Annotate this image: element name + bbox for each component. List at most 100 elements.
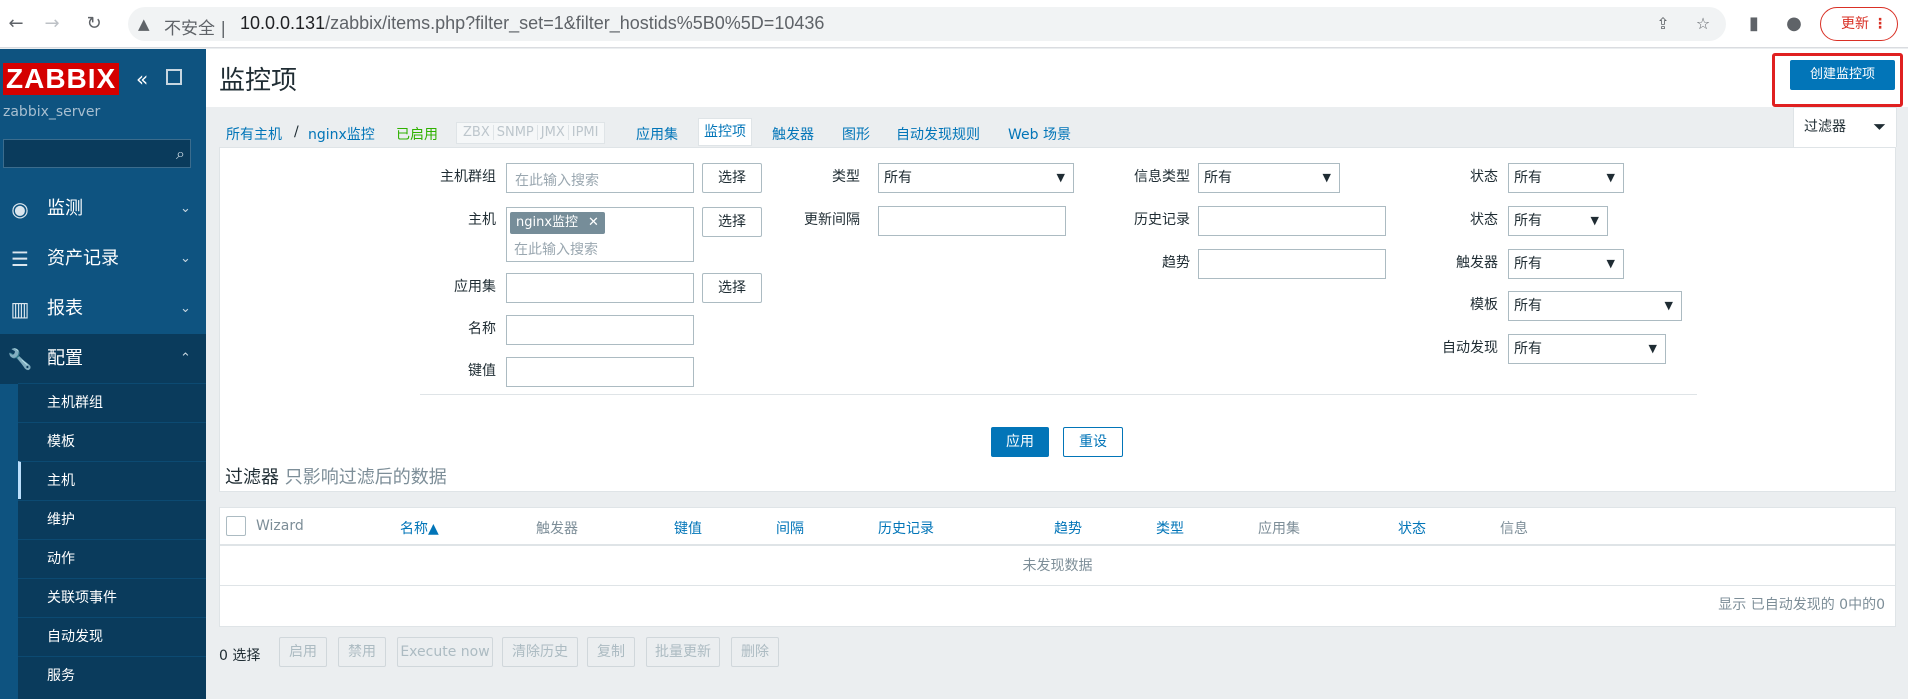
column-history[interactable]: 历史记录 xyxy=(878,518,934,538)
column-status[interactable]: 状态 xyxy=(1398,518,1426,538)
page-header: 监控项 创建监控项 xyxy=(206,49,1908,107)
column-name[interactable]: 名称▲ xyxy=(400,518,439,538)
mass-update-button[interactable]: 批量更新 xyxy=(646,637,720,667)
back-icon[interactable]: ← xyxy=(4,12,28,36)
history-label: 历史记录 xyxy=(1134,212,1190,228)
create-item-button[interactable]: 创建监控项 xyxy=(1790,60,1895,90)
delete-button[interactable]: 删除 xyxy=(731,637,779,667)
name-label: 名称 xyxy=(468,321,496,337)
template-select[interactable]: 所有 ▼ xyxy=(1508,291,1682,321)
menu-reports[interactable]: ▥ 报表 ⌄ xyxy=(0,284,206,334)
host-group-input[interactable]: 在此输入搜索 xyxy=(506,163,694,193)
zabbix-logo[interactable]: ZABBIX xyxy=(3,63,120,95)
share-icon[interactable]: ⇪ xyxy=(1652,13,1674,35)
chevron-down-icon: ▼ xyxy=(1606,257,1615,270)
chevron-down-icon: ⌄ xyxy=(180,301,191,316)
bar-chart-icon: ▥ xyxy=(10,297,30,321)
disable-button[interactable]: 禁用 xyxy=(338,637,386,667)
action-bar: 0 选择 启用 禁用 Execute now 清除历史 复制 批量更新 删除 xyxy=(206,637,1206,671)
host-select-button[interactable]: 选择 xyxy=(702,207,762,237)
type-select[interactable]: 所有 ▼ xyxy=(878,163,1074,193)
chevron-down-icon: ▼ xyxy=(1606,171,1615,184)
sidebar-search-input[interactable]: ⌕ xyxy=(3,139,191,168)
chevron-down-icon: ⌄ xyxy=(180,251,191,266)
page-title: 监控项 xyxy=(219,66,298,96)
breadcrumb-all-hosts[interactable]: 所有主机 xyxy=(226,124,282,144)
key-input[interactable] xyxy=(506,357,694,387)
type-label: 类型 xyxy=(832,169,860,185)
url-text[interactable]: 10.0.0.131/zabbix/items.php?filter_set=1… xyxy=(240,13,824,34)
filter-note: 过滤器 只影响过滤后的数据 xyxy=(225,467,447,488)
discovery-label: 自动发现 xyxy=(1442,340,1498,356)
triggers-select[interactable]: 所有 ▼ xyxy=(1508,249,1624,279)
sidebar-item-hosts[interactable]: 主机 xyxy=(18,461,206,499)
star-icon[interactable]: ☆ xyxy=(1692,13,1714,35)
remove-tag-icon: ✕ xyxy=(588,215,599,230)
tab-applications[interactable]: 应用集 xyxy=(636,124,678,144)
menu-inventory[interactable]: ☰ 资产记录 ⌄ xyxy=(0,234,206,284)
clear-history-button[interactable]: 清除历史 xyxy=(502,637,578,667)
sidebar-item-host-groups[interactable]: 主机群组 xyxy=(18,383,206,421)
column-key[interactable]: 键值 xyxy=(674,518,702,538)
update-button[interactable]: 更新 ⋮ xyxy=(1820,7,1898,41)
status-select[interactable]: 所有 ▼ xyxy=(1508,206,1608,236)
reload-icon[interactable]: ↻ xyxy=(82,12,106,36)
sidebar-item-actions[interactable]: 动作 xyxy=(18,539,206,577)
host-multiselect[interactable]: nginx监控 ✕ 在此输入搜索 xyxy=(506,207,694,262)
table-footer: 显示 已自动发现的 0中的0 xyxy=(1718,597,1885,613)
sidebar-item-services[interactable]: 服务 xyxy=(18,656,206,694)
application-input[interactable] xyxy=(506,273,694,303)
kiosk-mode-icon[interactable] xyxy=(166,69,182,85)
host-status-enabled[interactable]: 已启用 xyxy=(396,124,438,144)
select-all-checkbox[interactable] xyxy=(226,516,246,536)
trends-input[interactable] xyxy=(1198,249,1386,279)
eye-icon: ◉ xyxy=(11,197,29,221)
interval-input[interactable] xyxy=(878,206,1066,236)
breadcrumb-host[interactable]: nginx监控 xyxy=(308,124,375,144)
tab-discovery-rules[interactable]: 自动发现规则 xyxy=(896,124,980,144)
sidepanel-icon[interactable]: ▮ xyxy=(1742,12,1766,36)
filter-panel: 主机群组 在此输入搜索 选择 主机 nginx监控 ✕ 在此输入搜索 选择 应用集… xyxy=(219,147,1896,492)
forward-icon[interactable]: → xyxy=(40,12,64,36)
key-label: 键值 xyxy=(468,363,496,379)
sidebar-item-templates[interactable]: 模板 xyxy=(18,422,206,460)
apply-button[interactable]: 应用 xyxy=(991,427,1049,457)
copy-button[interactable]: 复制 xyxy=(587,637,635,667)
sidebar-item-event-correlation[interactable]: 关联项事件 xyxy=(18,578,206,616)
host-group-select-button[interactable]: 选择 xyxy=(702,163,762,193)
discovery-select[interactable]: 所有 ▼ xyxy=(1508,334,1666,364)
host-search-placeholder: 在此输入搜索 xyxy=(514,242,598,258)
chevron-down-icon: ▼ xyxy=(1590,214,1599,227)
filter-tab[interactable]: 过滤器 ⏷ xyxy=(1793,107,1897,147)
column-triggers: 触发器 xyxy=(536,521,578,537)
tab-triggers[interactable]: 触发器 xyxy=(772,124,814,144)
host-tag[interactable]: nginx监控 ✕ xyxy=(510,212,605,234)
menu-monitoring[interactable]: ◉ 监测 ⌄ xyxy=(0,184,206,234)
profile-icon[interactable]: ● xyxy=(1782,12,1806,36)
application-select-button[interactable]: 选择 xyxy=(702,273,762,303)
chevron-down-icon: ▼ xyxy=(1664,299,1673,312)
host-label: 主机 xyxy=(468,212,496,228)
state-select[interactable]: 所有 ▼ xyxy=(1508,163,1624,193)
sidebar-item-discovery[interactable]: 自动发现 xyxy=(18,617,206,655)
menu-configuration[interactable]: 🔧 配置 ⌃ xyxy=(0,334,206,384)
column-interval[interactable]: 间隔 xyxy=(776,518,804,538)
execute-now-button[interactable]: Execute now xyxy=(397,637,493,667)
column-type[interactable]: 类型 xyxy=(1156,518,1184,538)
reset-button[interactable]: 重设 xyxy=(1063,427,1123,457)
tab-items[interactable]: 监控项 xyxy=(698,118,752,146)
history-input[interactable] xyxy=(1198,206,1386,236)
host-group-label: 主机群组 xyxy=(440,169,496,185)
tab-web-scenarios[interactable]: Web 场景 xyxy=(1008,124,1071,144)
filter-divider xyxy=(420,394,1697,395)
enable-button[interactable]: 启用 xyxy=(279,637,327,667)
selected-count: 0 选择 xyxy=(219,648,261,664)
name-input[interactable] xyxy=(506,315,694,345)
state-label: 状态 xyxy=(1470,169,1498,185)
collapse-sidebar-icon[interactable]: « xyxy=(136,69,148,89)
info-type-select[interactable]: 所有 ▼ xyxy=(1198,163,1340,193)
tab-graphs[interactable]: 图形 xyxy=(842,124,870,144)
address-bar[interactable]: ▲ 不安全 | 10.0.0.131/zabbix/items.php?filt… xyxy=(128,7,1726,41)
column-trends[interactable]: 趋势 xyxy=(1054,518,1082,538)
sidebar-item-maintenance[interactable]: 维护 xyxy=(18,500,206,538)
